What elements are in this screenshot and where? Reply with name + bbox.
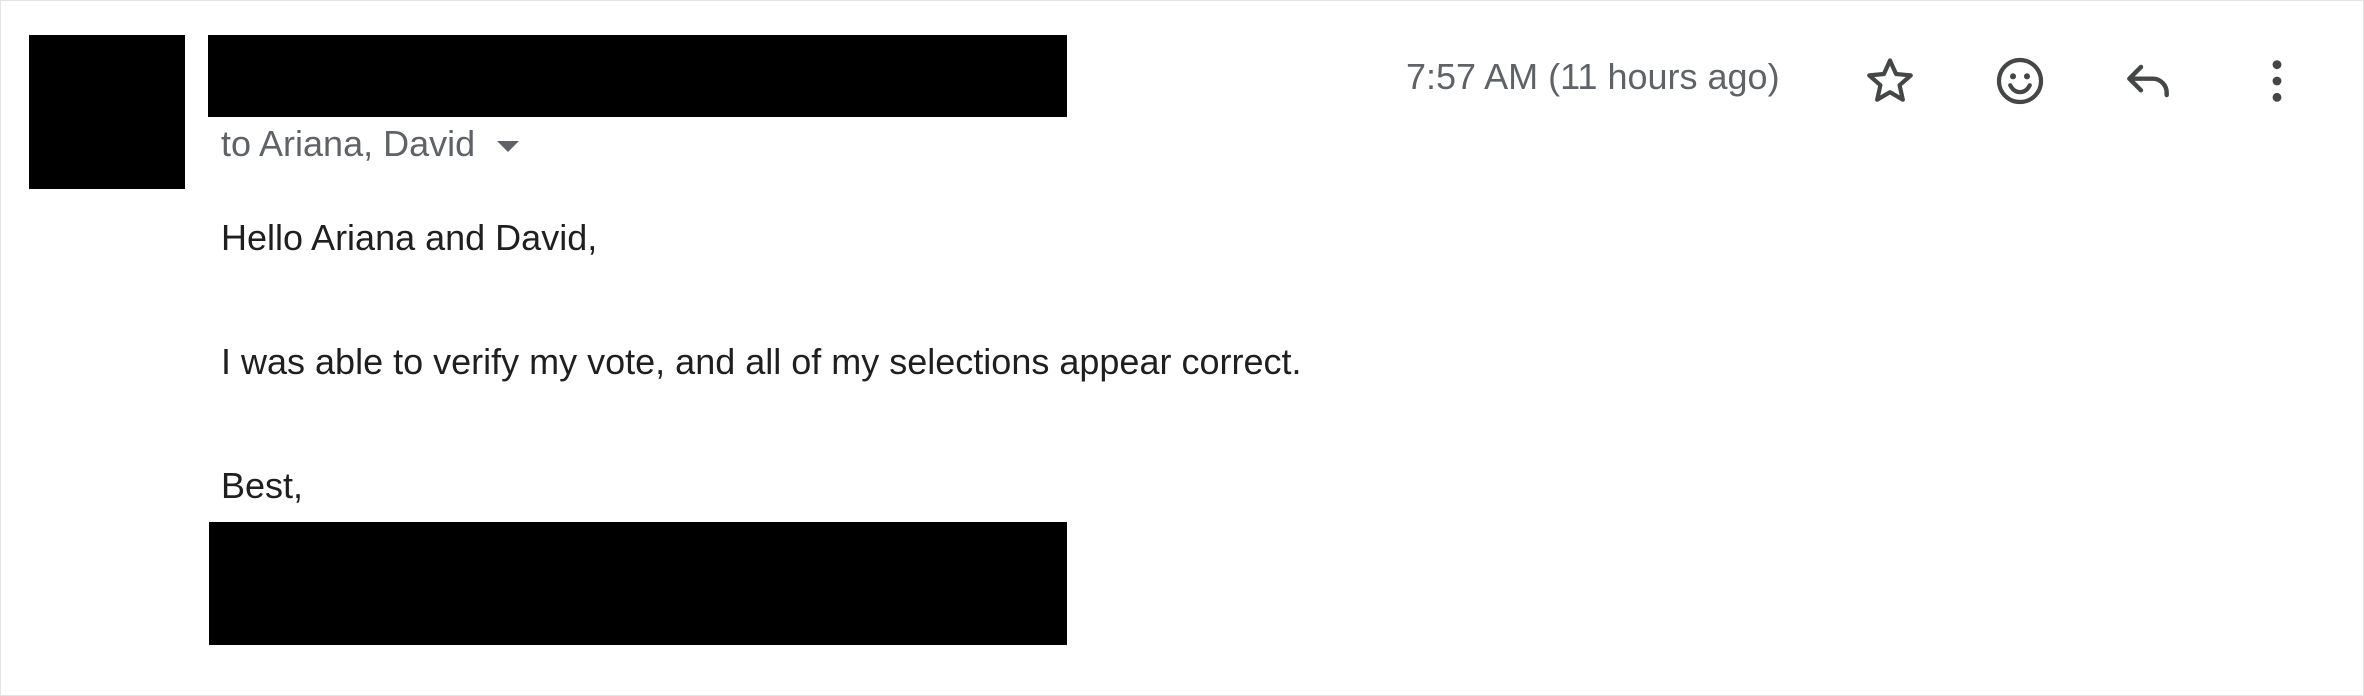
recipients-details-toggle[interactable]: to Ariana, David [221,120,520,168]
message-signoff: Best, [221,465,304,506]
chevron-down-icon [497,140,520,152]
recipients-label: to Ariana, David [221,123,476,164]
add-reaction-button[interactable] [1984,45,2056,117]
sender-name-redacted [208,35,1067,117]
more-options-button[interactable] [2241,45,2313,117]
message-greeting: Hello Ariana and David, [221,217,598,258]
email-message: to Ariana, David 7:57 AM (11 hours ago) … [0,0,2364,696]
message-body: I was able to verify my vote, and all of… [221,341,1302,382]
sender-avatar-redacted [29,35,185,189]
more-vert-icon [2272,60,2282,102]
reply-icon [2127,64,2169,98]
star-icon [1867,58,1913,102]
emoji-icon [1996,57,2044,105]
star-button[interactable] [1854,45,1926,117]
reply-button[interactable] [2112,45,2184,117]
signature-redacted [209,522,1067,645]
message-timestamp: 7:57 AM (11 hours ago) [1406,56,1780,97]
